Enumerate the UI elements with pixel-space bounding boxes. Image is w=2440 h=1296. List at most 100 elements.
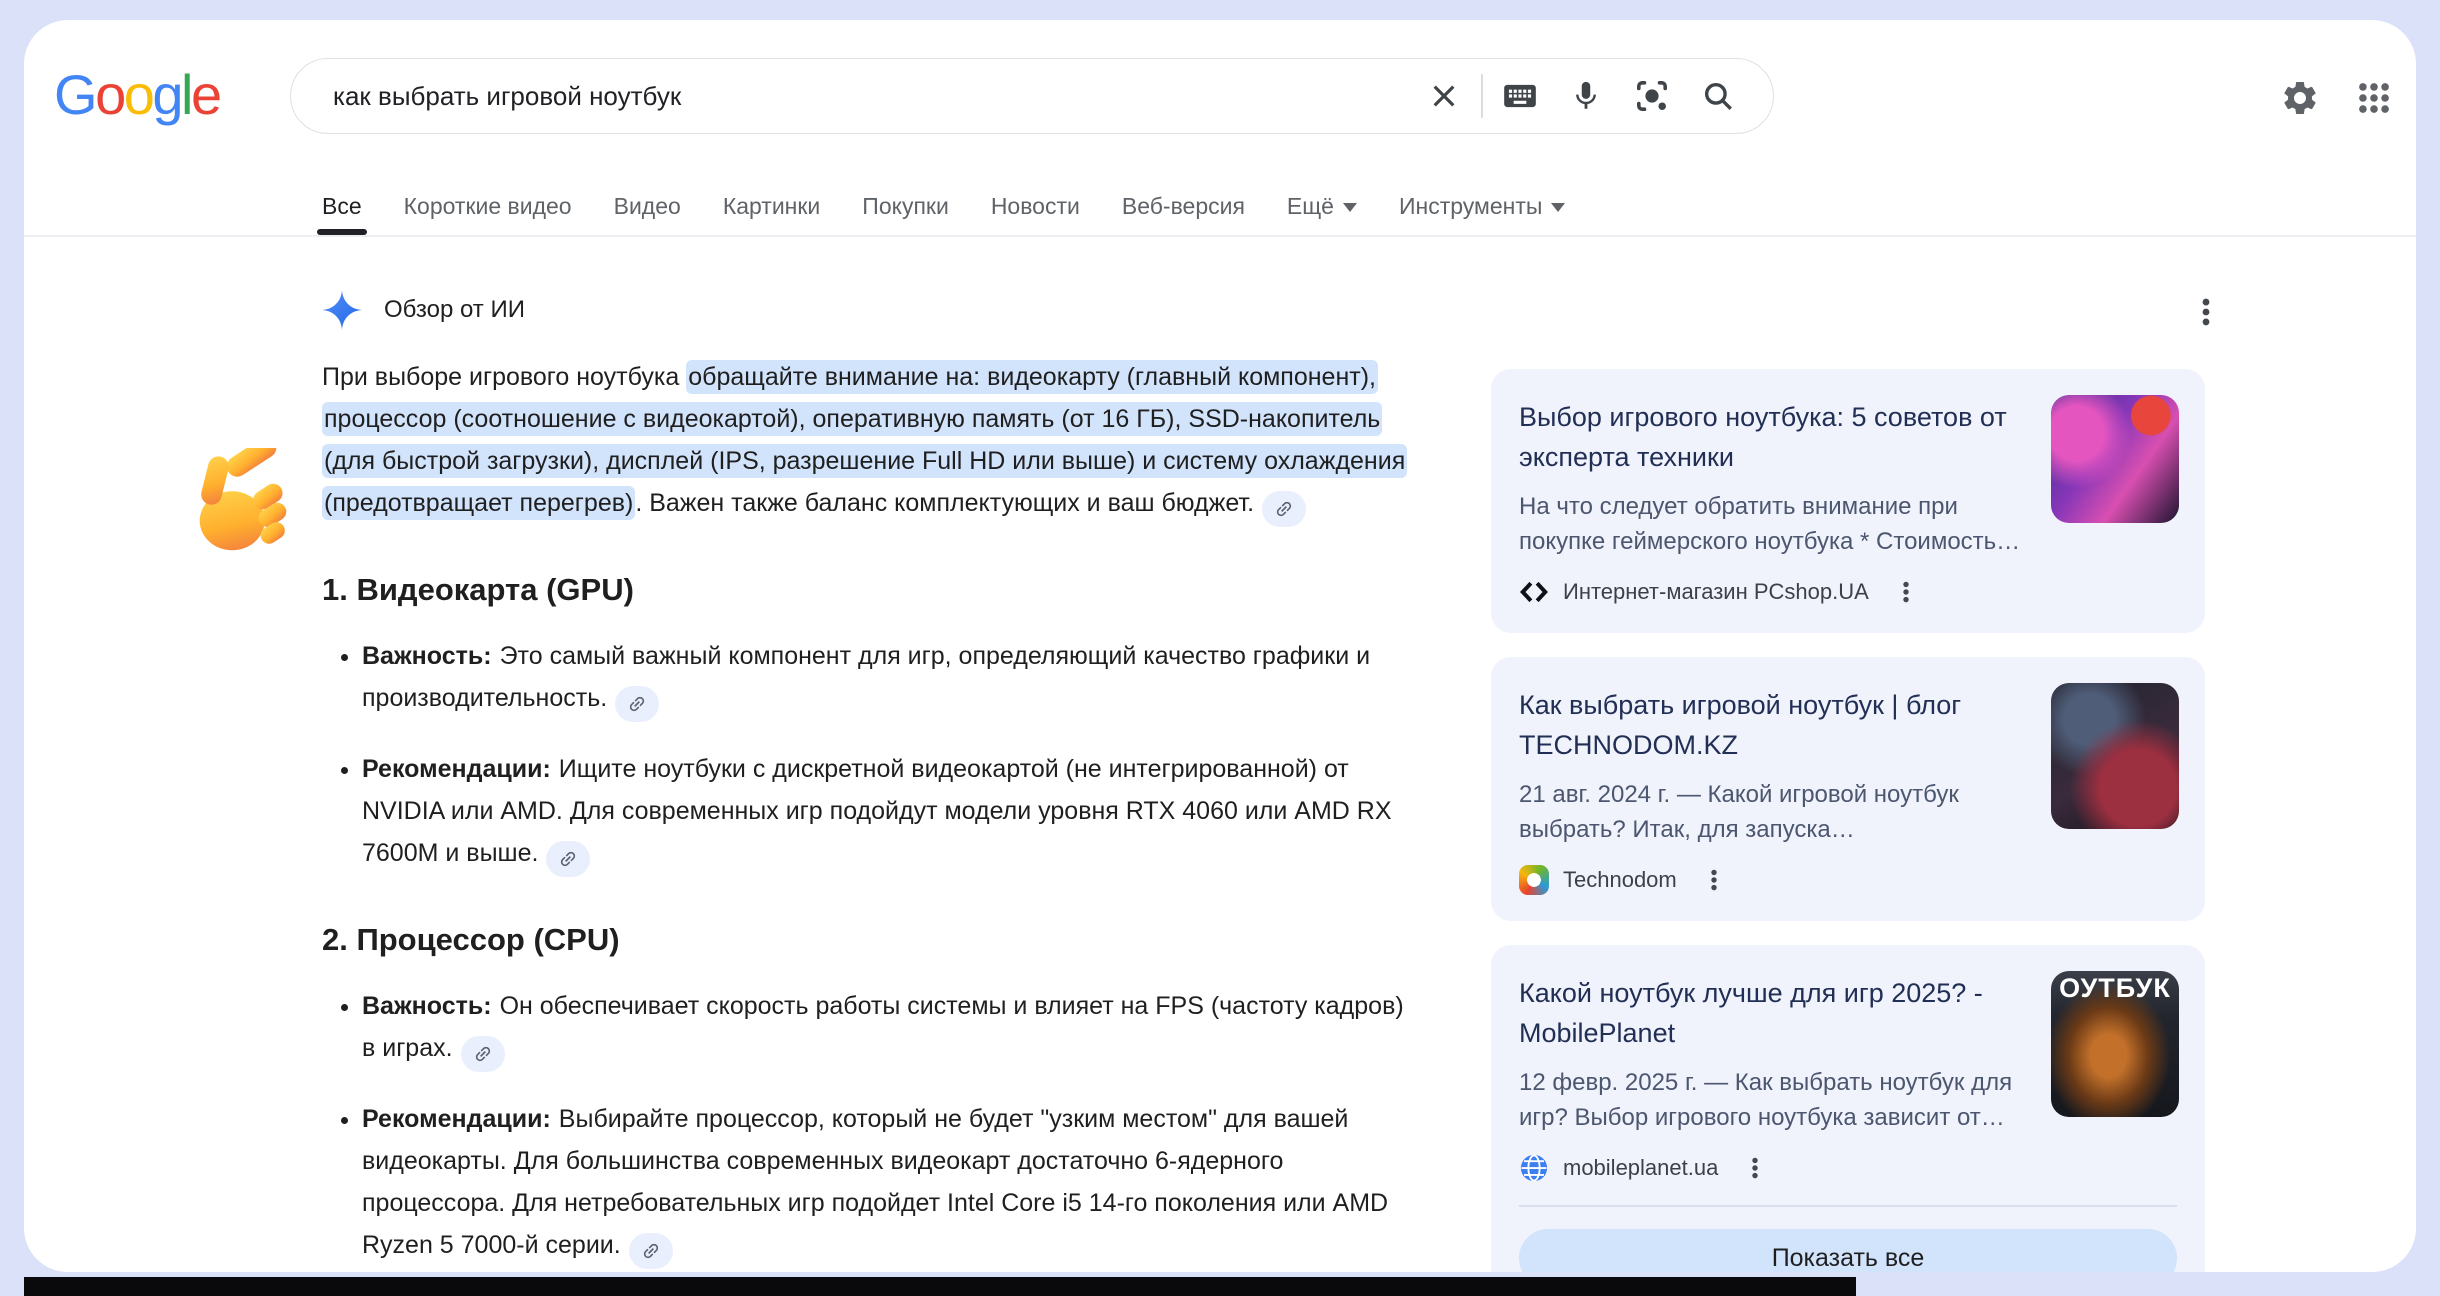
result-source-row: mobileplanet.ua	[1519, 1153, 2024, 1183]
result-source-name: Интернет-магазин PCshop.UA	[1563, 579, 1869, 605]
section-heading-cpu: 2. Процессор (CPU)	[322, 921, 1418, 959]
tab-label: Новости	[991, 193, 1080, 220]
mic-icon	[1569, 79, 1603, 113]
technodom-icon	[1519, 865, 1549, 895]
tab-images[interactable]: Картинки	[723, 178, 820, 235]
chevron-down-icon	[1343, 203, 1357, 212]
logo-letter: e	[191, 63, 220, 126]
search-submit-button[interactable]	[1685, 65, 1751, 127]
chevron-down-icon	[1551, 203, 1565, 212]
search-bar-icons	[1411, 65, 1751, 127]
voice-search-button[interactable]	[1553, 65, 1619, 127]
cpu-bullet-list: Важность:Он обеспечивает скорость работы…	[322, 985, 1418, 1269]
header-actions	[2274, 72, 2400, 124]
result-thumbnail[interactable]	[2051, 683, 2179, 829]
cutoff-bottom-bar	[24, 1277, 1856, 1296]
result-title[interactable]: Выбор игрового ноутбука: 5 советов от эк…	[1519, 397, 2024, 477]
list-item: Рекомендации:Ищите ноутбуки с дискретной…	[362, 748, 1418, 877]
related-results-panel: Выбор игрового ноутбука: 5 советов от эк…	[1491, 369, 2205, 1272]
tab-short-videos[interactable]: Короткие видео	[404, 178, 572, 235]
google-search-page: { "colors": { "page_bg": "#dbe1f8", "hig…	[0, 0, 2440, 1296]
keyboard-icon	[1501, 77, 1539, 115]
result-card[interactable]: Выбор игрового ноутбука: 5 советов от эк…	[1491, 369, 2205, 633]
section-heading-gpu: 1. Видеокарта (GPU)	[322, 571, 1418, 609]
search-bar-divider	[1481, 74, 1483, 118]
tab-all[interactable]: Все	[322, 178, 362, 235]
lens-search-button[interactable]	[1619, 65, 1685, 127]
result-card[interactable]: Какой ноутбук лучше для игр 2025? - Mobi…	[1491, 945, 2205, 1272]
tabs-divider	[24, 235, 2416, 237]
search-bar[interactable]: как выбрать игровой ноутбук	[290, 58, 1774, 134]
result-menu-button[interactable]	[1893, 579, 1919, 605]
result-card[interactable]: Как выбрать игровой ноутбук | блог TECHN…	[1491, 657, 2205, 921]
search-icon	[1701, 79, 1735, 113]
result-title[interactable]: Как выбрать игровой ноутбук | блог TECHN…	[1519, 685, 2024, 765]
google-logo[interactable]: Google	[54, 66, 220, 124]
result-type-tabs: Все Короткие видео Видео Картинки Покупк…	[322, 178, 1565, 235]
list-item: Рекомендации:Выбирайте процессор, которы…	[362, 1098, 1418, 1269]
search-input[interactable]: как выбрать игровой ноутбук	[333, 81, 1411, 112]
tab-label: Все	[322, 193, 362, 220]
logo-letter: l	[181, 63, 191, 126]
ai-overview-menu-button[interactable]	[2186, 292, 2226, 332]
close-icon	[1428, 80, 1460, 112]
tab-label: Короткие видео	[404, 193, 572, 220]
tab-label: Веб-версия	[1122, 193, 1245, 220]
tab-label: Инструменты	[1399, 193, 1542, 220]
logo-letter: g	[152, 63, 181, 126]
settings-button[interactable]	[2274, 72, 2326, 124]
code-brackets-icon	[1519, 577, 1549, 607]
bullet-label: Важность:	[362, 992, 492, 1020]
result-snippet: На что следует обратить внимание при пок…	[1519, 489, 2024, 559]
bullet-label: Важность:	[362, 642, 492, 670]
result-text: Какой ноутбук лучше для игр 2025? - Mobi…	[1519, 973, 2024, 1183]
citation-link-button[interactable]	[546, 841, 590, 877]
result-menu-button[interactable]	[1701, 867, 1727, 893]
result-source-name: mobileplanet.ua	[1563, 1155, 1718, 1181]
result-source-row: Интернет-магазин PCshop.UA	[1519, 577, 2024, 607]
citation-link-button[interactable]	[1262, 491, 1306, 527]
gpu-bullet-list: Важность:Это самый важный компонент для …	[322, 635, 1418, 877]
intro-prefix: При выборе игрового ноутбука	[322, 363, 686, 391]
thumbnail-overlay-text: ОУТБУК	[2051, 971, 2179, 1004]
tab-videos[interactable]: Видео	[614, 178, 681, 235]
result-thumbnail[interactable]: ОУТБУК	[2051, 971, 2179, 1117]
ai-sparkle-icon	[322, 290, 362, 330]
citation-link-button[interactable]	[629, 1233, 673, 1269]
tab-label: Ещё	[1287, 193, 1334, 220]
list-item: Важность:Он обеспечивает скорость работы…	[362, 985, 1418, 1072]
tab-news[interactable]: Новости	[991, 178, 1080, 235]
result-snippet: 21 авг. 2024 г. — Какой игровой ноутбук …	[1519, 777, 2024, 847]
apps-button[interactable]	[2348, 72, 2400, 124]
result-menu-button[interactable]	[1742, 1155, 1768, 1181]
bullet-text: Это самый важный компонент для игр, опре…	[362, 642, 1370, 712]
bullet-label: Рекомендации:	[362, 1105, 551, 1133]
citation-link-button[interactable]	[461, 1036, 505, 1072]
more-vertical-icon	[2189, 295, 2223, 329]
apps-grid-icon	[2355, 79, 2393, 117]
tab-tools[interactable]: Инструменты	[1399, 178, 1565, 235]
pointing-hand-emoji	[182, 448, 302, 566]
ai-intro-paragraph: При выборе игрового ноутбука обращайте в…	[322, 356, 1418, 527]
show-all-button[interactable]: Показать все	[1519, 1229, 2177, 1272]
tab-shopping[interactable]: Покупки	[862, 178, 949, 235]
bullet-label: Рекомендации:	[362, 755, 551, 783]
result-thumbnail[interactable]	[2051, 395, 2179, 523]
result-title[interactable]: Какой ноутбук лучше для игр 2025? - Mobi…	[1519, 973, 2024, 1053]
tab-more[interactable]: Ещё	[1287, 178, 1357, 235]
bullet-text: Он обеспечивает скорость работы системы …	[362, 992, 1404, 1062]
intro-suffix: . Важен также баланс комплектующих и ваш…	[635, 489, 1254, 517]
result-text: Как выбрать игровой ноутбук | блог TECHN…	[1519, 685, 2024, 895]
ai-overview-content: При выборе игрового ноутбука обращайте в…	[322, 356, 1418, 1272]
ai-overview-label: Обзор от ИИ	[384, 296, 525, 324]
result-text: Выбор игрового ноутбука: 5 советов от эк…	[1519, 397, 2024, 607]
keyboard-button[interactable]	[1487, 65, 1553, 127]
citation-link-button[interactable]	[615, 686, 659, 722]
clear-search-button[interactable]	[1411, 65, 1477, 127]
result-source-row: Technodom	[1519, 865, 2024, 895]
tab-label: Картинки	[723, 193, 820, 220]
logo-letter: o	[124, 63, 153, 126]
tab-web[interactable]: Веб-версия	[1122, 178, 1245, 235]
tab-label: Видео	[614, 193, 681, 220]
result-source-name: Technodom	[1563, 867, 1677, 893]
